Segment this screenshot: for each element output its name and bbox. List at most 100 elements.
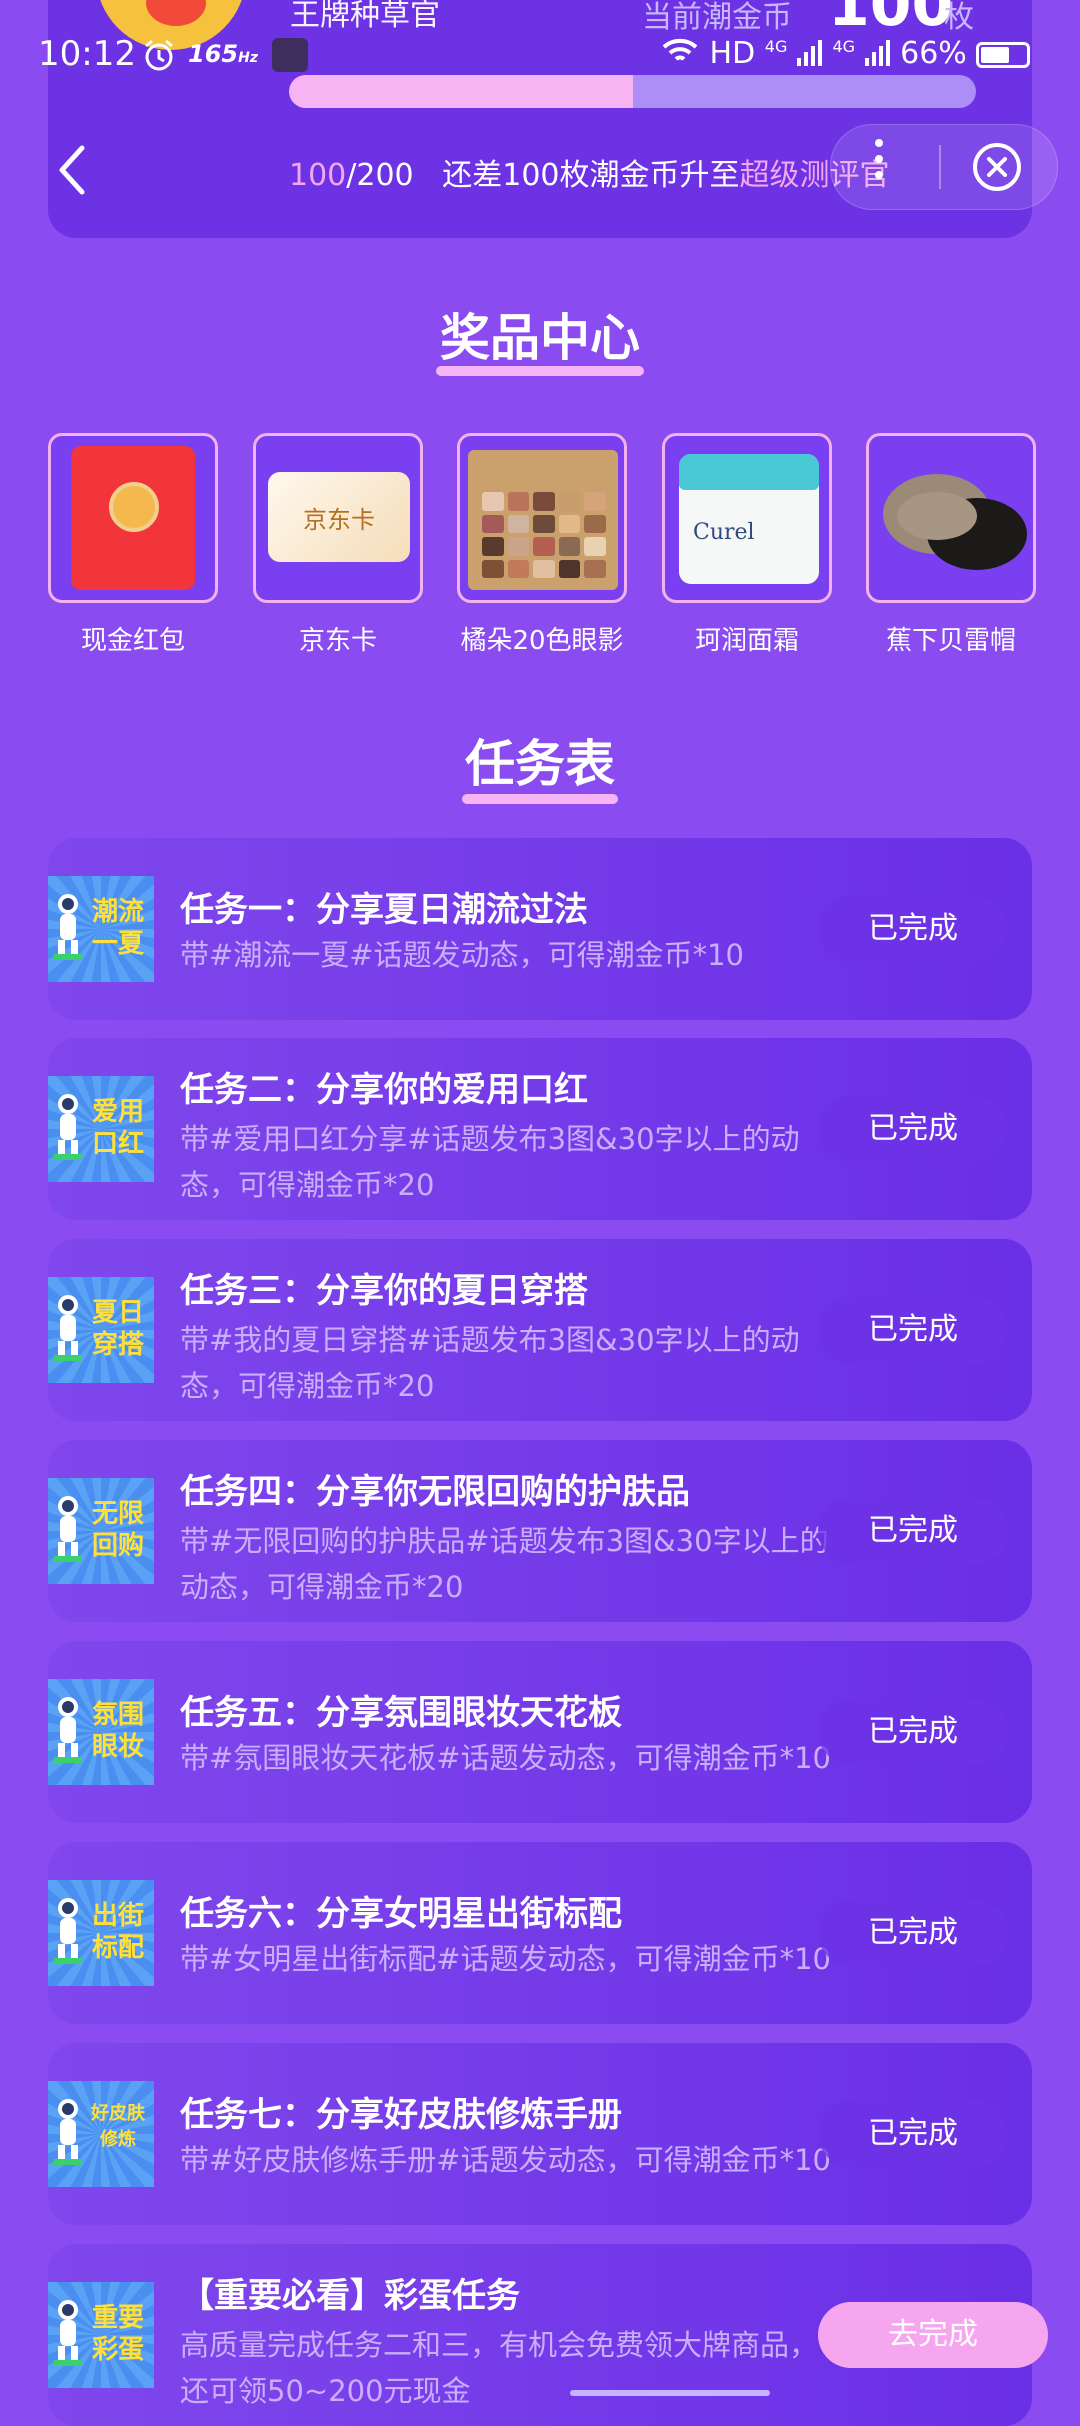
task-tag: 重要彩蛋: [91, 2303, 144, 2365]
task-tag: 爱用口红: [91, 1097, 144, 1159]
task-title: 任务一：分享夏日潮流过法: [180, 890, 588, 930]
signal-icon-2: [864, 40, 890, 66]
task-description: 带#无限回购的护肤品#话题发布3图&30字以上的动态，可得潮金币*20: [180, 1524, 829, 1604]
astronaut-icon: [54, 894, 82, 960]
battery-percent: 66%: [900, 36, 967, 71]
miniapp-capsule: [830, 124, 1058, 210]
status-bar: 10:12 165Hz HD 4G 4G 66%: [0, 30, 1080, 80]
red-packet-icon: [71, 446, 195, 590]
prize-beret-hat[interactable]: [866, 433, 1036, 603]
task-description: 高质量完成任务二和三，有机会免费领大牌商品，还可领50~200元现金: [180, 2328, 819, 2408]
astronaut-icon: [54, 1496, 82, 1562]
task-description: 带#爱用口红分享#话题发布3图&30字以上的动态，可得潮金币*20: [180, 1122, 800, 1202]
network-type: HD: [709, 36, 756, 71]
more-menu-icon[interactable]: [875, 139, 883, 195]
prize-label: 京东卡: [298, 626, 377, 656]
prize-eyeshadow[interactable]: [457, 433, 627, 603]
astronaut-icon: [54, 1697, 82, 1763]
task-thumbnail: 出街标配: [48, 1880, 154, 1986]
task-description: 带#潮流一夏#话题发动态，可得潮金币*10: [180, 938, 744, 972]
refresh-rate: 165Hz: [188, 40, 258, 68]
prize-face-cream[interactable]: Curel: [662, 433, 832, 603]
task-section-title: 任务表: [465, 735, 615, 793]
wifi-icon: [662, 38, 698, 61]
task-thumbnail: 重要彩蛋: [48, 2282, 154, 2388]
task-card[interactable]: 氛围眼妆 任务五：分享氛围眼妆天花板带#氛围眼妆天花板#话题发动态，可得潮金币*1…: [48, 1641, 1032, 1823]
level-name: 王牌种草官: [290, 0, 440, 33]
task-title: 任务二：分享你的爱用口红: [180, 1070, 588, 1110]
task-status-completed: 已完成: [818, 1699, 1008, 1765]
task-title: 任务四：分享你无限回购的护肤品: [180, 1472, 690, 1512]
capsule-divider: [939, 145, 941, 189]
close-icon[interactable]: [971, 141, 1023, 193]
progress-text: 100/200 还差100枚潮金币升至超级测评官: [289, 150, 890, 194]
prize-label: 橘朵20色眼影: [460, 626, 624, 656]
task-status-completed: 已完成: [818, 1096, 1008, 1162]
task-card[interactable]: 爱用口红 任务二：分享你的爱用口红带#爱用口红分享#话题发布3图&30字以上的动态…: [48, 1038, 1032, 1220]
task-tag: 出街标配: [91, 1901, 144, 1963]
prize-title-underline: [436, 366, 644, 376]
alarm-icon: [145, 39, 173, 71]
task-tag: 氛围眼妆: [91, 1700, 144, 1762]
task-status-completed: 已完成: [818, 1900, 1008, 1966]
task-card[interactable]: 夏日穿搭 任务三：分享你的夏日穿搭带#我的夏日穿搭#话题发布3图&30字以上的动态…: [48, 1239, 1032, 1421]
task-title: 任务五：分享氛围眼妆天花板: [180, 1693, 622, 1733]
prize-label: 蕉下贝雷帽: [885, 626, 1016, 656]
task-thumbnail: 爱用口红: [48, 1076, 154, 1182]
level-progress-fill: [289, 75, 633, 108]
task-description: 带#好皮肤修炼手册#话题发动态，可得潮金币*10: [180, 2143, 831, 2177]
task-status-completed: 已完成: [818, 896, 1008, 962]
go-complete-button[interactable]: 去完成: [818, 2302, 1048, 2368]
task-tag: 无限回购: [91, 1499, 144, 1561]
network-gen-1: 4G: [764, 37, 788, 56]
task-description: 带#女明星出街标配#话题发动态，可得潮金币*10: [180, 1942, 831, 1976]
task-thumbnail: 夏日穿搭: [48, 1277, 154, 1383]
prize-red-packet[interactable]: [48, 433, 218, 603]
prize-jd-card[interactable]: 京东卡: [253, 433, 423, 603]
app-notification-icon: [272, 38, 308, 72]
signal-icon: [796, 40, 822, 66]
status-time: 10:12: [38, 34, 136, 74]
task-title-underline: [462, 794, 618, 804]
task-title: 任务三：分享你的夏日穿搭: [180, 1271, 588, 1311]
battery-icon: [976, 42, 1030, 68]
beret-hat-icon: [883, 474, 1027, 570]
task-card[interactable]: 潮流一夏 任务一：分享夏日潮流过法带#潮流一夏#话题发动态，可得潮金币*10 已完成: [48, 838, 1032, 1020]
task-card[interactable]: 重要彩蛋 【重要必看】彩蛋任务高质量完成任务二和三，有机会免费领大牌商品，还可领5…: [48, 2244, 1048, 2426]
progress-message: 还差100枚潮金币升至: [442, 158, 740, 193]
task-tag: 潮流一夏: [91, 897, 144, 959]
jd-card-icon: 京东卡: [268, 472, 410, 562]
task-card[interactable]: 好皮肤修炼 任务七：分享好皮肤修炼手册带#好皮肤修炼手册#话题发动态，可得潮金币*…: [48, 2043, 1032, 2225]
task-thumbnail: 好皮肤修炼: [48, 2081, 154, 2187]
back-arrow-icon[interactable]: [52, 140, 92, 200]
task-description: 带#氛围眼妆天花板#话题发动态，可得潮金币*10: [180, 1741, 831, 1775]
astronaut-icon: [54, 1898, 82, 1964]
astronaut-icon: [54, 1295, 82, 1361]
task-status-completed: 已完成: [818, 1297, 1008, 1363]
eyeshadow-palette-icon: [468, 450, 618, 590]
task-title: 【重要必看】彩蛋任务: [180, 2276, 520, 2316]
astronaut-icon: [54, 2300, 82, 2366]
task-tag: 好皮肤修炼: [91, 2103, 145, 2150]
prize-section-title: 奖品中心: [440, 309, 640, 367]
task-thumbnail: 无限回购: [48, 1478, 154, 1584]
network-gen-2: 4G: [832, 37, 856, 56]
task-status-completed: 已完成: [818, 1498, 1008, 1564]
signal-group: HD 4G 4G 66%: [660, 36, 967, 71]
progress-total: /200: [346, 158, 414, 193]
astronaut-icon: [54, 1094, 82, 1160]
level-progress-bar: [289, 75, 976, 108]
task-card[interactable]: 出街标配 任务六：分享女明星出街标配带#女明星出街标配#话题发动态，可得潮金币*1…: [48, 1842, 1032, 2024]
task-tag: 夏日穿搭: [91, 1298, 144, 1360]
task-card[interactable]: 无限回购 任务四：分享你无限回购的护肤品带#无限回购的护肤品#话题发布3图&30字…: [48, 1440, 1032, 1622]
task-description: 带#我的夏日穿搭#话题发布3图&30字以上的动态，可得潮金币*20: [180, 1323, 800, 1403]
progress-current: 100: [289, 158, 347, 193]
prize-label: 现金红包: [80, 626, 185, 656]
task-thumbnail: 潮流一夏: [48, 876, 154, 982]
task-title: 任务七：分享好皮肤修炼手册: [180, 2095, 622, 2135]
task-thumbnail: 氛围眼妆: [48, 1679, 154, 1785]
prize-label: 珂润面霜: [694, 626, 799, 656]
task-title: 任务六：分享女明星出街标配: [180, 1894, 622, 1934]
astronaut-icon: [54, 2099, 82, 2165]
home-indicator: [570, 2390, 770, 2396]
